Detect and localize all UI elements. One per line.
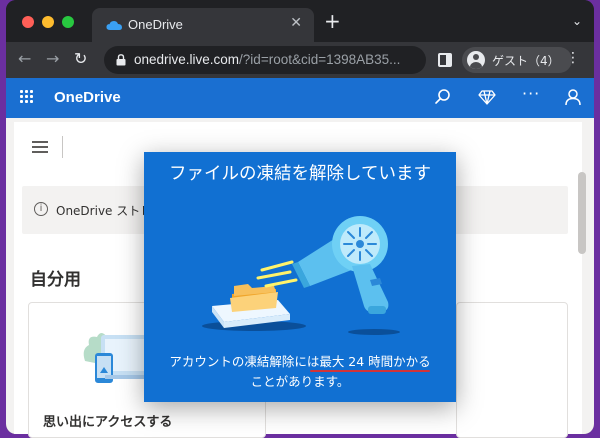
premium-diamond-icon[interactable] bbox=[478, 88, 496, 106]
browser-menu-icon[interactable]: ⋮ bbox=[566, 51, 580, 65]
guest-avatar-icon bbox=[467, 51, 485, 69]
onedrive-header: OneDrive ··· bbox=[6, 78, 594, 118]
tab-search-icon[interactable]: ⌄ bbox=[572, 14, 582, 28]
message-prefix: アカウントの凍結解除には bbox=[169, 354, 320, 369]
forward-button[interactable]: → bbox=[46, 49, 59, 68]
url-path: /?id=root&cid=1398AB35... bbox=[239, 52, 401, 67]
unfreeze-dialog: ファイルの凍結を解除しています アカウントの凍結解除には最大 24 時間かかる … bbox=[144, 152, 456, 402]
back-button[interactable]: ← bbox=[18, 49, 31, 68]
maximize-window-button[interactable] bbox=[62, 16, 74, 28]
profile-button[interactable]: ゲスト（4） bbox=[462, 47, 572, 73]
message-suffix: ことがあります。 bbox=[250, 374, 350, 389]
tile-label: 思い出にアクセスする bbox=[43, 415, 173, 430]
command-bar-divider bbox=[62, 136, 63, 158]
browser-toolbar: ← → ↻ onedrive.live.com/?id=root&cid=139… bbox=[6, 42, 594, 78]
search-icon[interactable] bbox=[434, 88, 452, 106]
side-panel-icon[interactable] bbox=[438, 53, 452, 67]
more-options-icon[interactable]: ··· bbox=[522, 84, 540, 103]
reload-button[interactable]: ↻ bbox=[74, 49, 87, 68]
page-scrollbar[interactable] bbox=[578, 172, 586, 254]
minimize-window-button[interactable] bbox=[42, 16, 54, 28]
info-icon: i bbox=[34, 202, 48, 216]
highlight-underline bbox=[310, 370, 430, 372]
new-tab-button[interactable]: + bbox=[324, 11, 341, 31]
url-text: onedrive.live.com/?id=root&cid=1398AB35.… bbox=[134, 52, 400, 67]
onedrive-cloud-icon bbox=[106, 21, 122, 30]
hamburger-menu-icon[interactable] bbox=[32, 141, 48, 153]
url-host: onedrive.live.com bbox=[134, 52, 240, 67]
tab-strip: OneDrive ✕ + ⌄ bbox=[6, 0, 594, 42]
app-launcher-icon[interactable] bbox=[20, 90, 34, 104]
section-title: 自分用 bbox=[30, 270, 81, 290]
address-bar[interactable]: onedrive.live.com/?id=root&cid=1398AB35.… bbox=[104, 46, 426, 74]
tab-onedrive[interactable]: OneDrive ✕ bbox=[92, 8, 314, 42]
hair-dryer-thawing-illustration bbox=[202, 216, 400, 335]
dialog-message: アカウントの凍結解除には最大 24 時間かかる ことがあります。 bbox=[154, 352, 446, 392]
lock-icon[interactable] bbox=[116, 54, 126, 66]
close-window-button[interactable] bbox=[22, 16, 34, 28]
account-icon[interactable] bbox=[564, 88, 582, 106]
tab-title: OneDrive bbox=[128, 17, 183, 32]
app-title[interactable]: OneDrive bbox=[54, 89, 121, 106]
tab-close-icon[interactable]: ✕ bbox=[290, 15, 302, 31]
profile-label: ゲスト（4） bbox=[492, 54, 560, 68]
secondary-tile[interactable] bbox=[456, 302, 568, 438]
message-highlight: 最大 24 時間かかる bbox=[319, 354, 431, 369]
dialog-title: ファイルの凍結を解除しています bbox=[169, 164, 431, 184]
